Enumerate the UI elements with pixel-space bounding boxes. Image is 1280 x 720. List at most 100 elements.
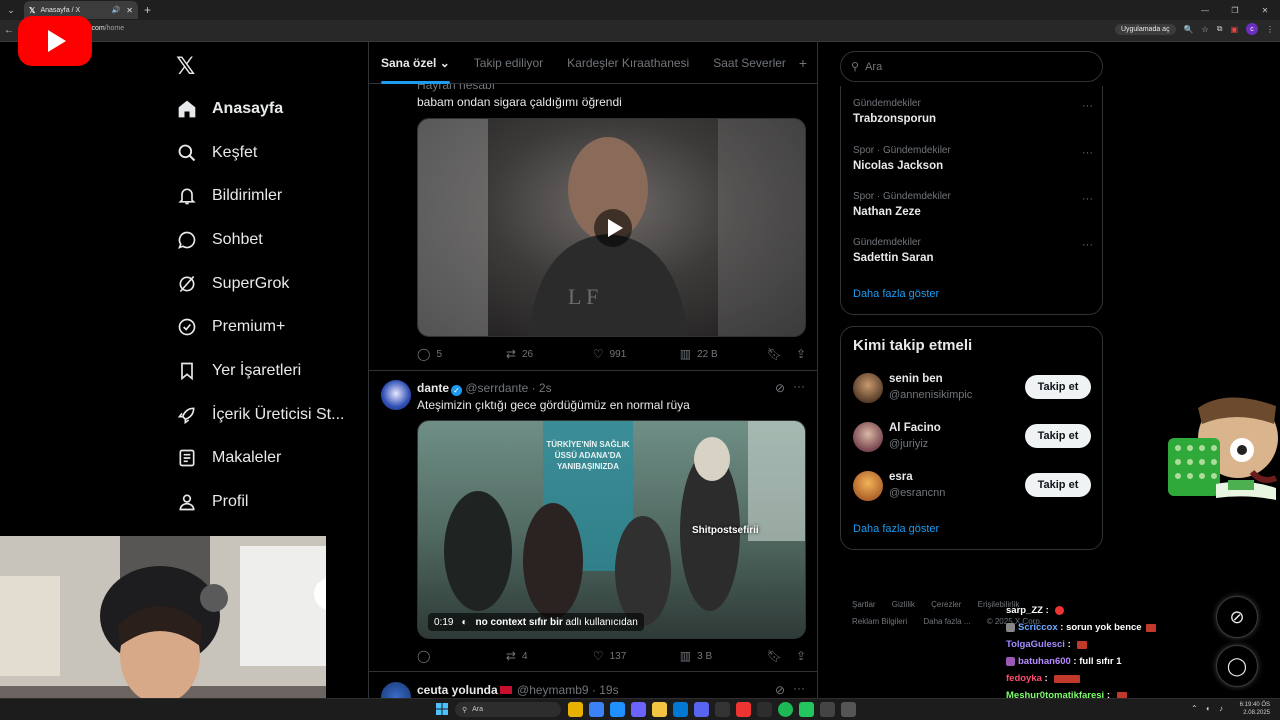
footer-link[interactable]: Çerezler [931, 600, 961, 609]
system-tray-icons[interactable]: ⌃ ◐ ♪ [1191, 704, 1226, 713]
extensions-icon[interactable]: ⧉ [1217, 24, 1223, 34]
folder-icon[interactable] [652, 702, 667, 717]
app-icon[interactable] [757, 702, 772, 717]
post[interactable]: ceuta yolunda @heymamb9 · 19s ⊘ ··· [369, 672, 817, 700]
footer-link[interactable]: Reklam Bilgileri [852, 617, 907, 626]
add-tab-icon[interactable]: + [799, 55, 807, 71]
follow-button[interactable]: Takip et [1025, 375, 1091, 399]
post[interactable]: dante ✓ @serrdante · 2s ⊘ ··· Ateşimizin … [369, 371, 817, 672]
avatar[interactable] [853, 422, 883, 452]
app-icon[interactable] [673, 702, 688, 717]
speaker-icon[interactable]: 🔊 [112, 6, 121, 14]
follow-suggestion[interactable]: Al Facino @juriyiz Takip et [853, 420, 1091, 454]
nav-creator-studio[interactable]: İçerik Üreticisi St... [176, 393, 344, 437]
views-button[interactable]: ▥ 3 B [680, 649, 767, 663]
profile-avatar[interactable]: c [1246, 23, 1258, 35]
nav-premium[interactable]: Premium+ [176, 305, 344, 349]
tab-for-you[interactable]: Sana özel ⌄ [369, 56, 462, 84]
app-icon[interactable] [631, 702, 646, 717]
follow-button[interactable]: Takip et [1025, 424, 1091, 448]
like-button[interactable]: ♡ 991 [593, 347, 680, 361]
tab-list-chevron-icon[interactable]: ⌄ [2, 1, 20, 19]
close-tab-icon[interactable]: ✕ [126, 6, 133, 15]
trend-item[interactable]: Gündemdekiler Sadettin Saran ··· [853, 237, 1093, 264]
play-button[interactable] [594, 209, 632, 247]
more-options-icon[interactable]: ··· [1082, 147, 1093, 159]
app-icon[interactable] [736, 702, 751, 717]
nav-articles[interactable]: Makaleler [176, 437, 344, 481]
search-input[interactable]: ⚲ Ara [840, 51, 1103, 82]
follow-suggestion[interactable]: senin ben @annenisikimpic Takip et [853, 371, 1091, 405]
repost-button[interactable]: ⇄ 26 [506, 347, 593, 361]
new-tab-button[interactable]: + [144, 3, 151, 17]
bookmark-icon[interactable]: 🔖︎ [767, 649, 782, 663]
spotify-icon[interactable] [778, 702, 793, 717]
more-options-icon[interactable]: ··· [1082, 193, 1093, 205]
more-options-icon[interactable]: ··· [793, 379, 805, 393]
views-button[interactable]: ▥ 22 B [680, 347, 767, 361]
nav-bookmarks[interactable]: Yer İşaretleri [176, 349, 344, 393]
more-options-icon[interactable]: ··· [1082, 100, 1093, 112]
grok-icon[interactable]: ⊘ [775, 683, 785, 697]
app-icon[interactable] [589, 702, 604, 717]
follow-button[interactable]: Takip et [1025, 473, 1091, 497]
avatar[interactable] [381, 380, 411, 410]
close-window-icon[interactable]: ✕ [1250, 6, 1280, 15]
footer-link[interactable]: Şartlar [852, 600, 876, 609]
share-icon[interactable]: ⇪ [796, 347, 806, 361]
footer-link[interactable]: Daha fazla ... [923, 617, 970, 626]
trend-item[interactable]: Spor · Gündemdekiler Nathan Zeze ··· [853, 191, 1093, 218]
more-options-icon[interactable]: ··· [793, 681, 805, 695]
windows-start-icon[interactable] [436, 703, 448, 715]
reply-button[interactable]: ◯ 5 [417, 347, 506, 361]
trend-item[interactable]: Spor · Gündemdekiler Nicolas Jackson ··· [853, 145, 1093, 172]
avatar[interactable] [853, 471, 883, 501]
like-button[interactable]: ♡ 137 [593, 649, 680, 663]
back-icon[interactable]: ← [0, 25, 18, 36]
nav-chat[interactable]: Sohbet [176, 218, 344, 262]
post-author[interactable]: dante ✓ @serrdante · 2s [417, 381, 552, 396]
app-icon[interactable] [715, 702, 730, 717]
show-more-link[interactable]: Daha fazla göster [853, 288, 939, 300]
clock[interactable]: 6:19:40 ÖS 2.08.2025 [1240, 701, 1270, 717]
messages-floating-button[interactable]: ◯ [1216, 645, 1258, 687]
extension-red-icon[interactable]: ▣ [1230, 25, 1238, 34]
app-icon[interactable] [610, 702, 625, 717]
app-icon[interactable] [841, 702, 856, 717]
bookmark-star-icon[interactable]: ☆ [1202, 25, 1209, 34]
footer-link[interactable]: Gizlilik [892, 600, 915, 609]
more-options-icon[interactable]: ··· [1082, 239, 1093, 251]
nav-explore[interactable]: Keşfet [176, 131, 344, 175]
bookmark-icon[interactable]: 🔖︎ [767, 347, 782, 361]
app-icon[interactable] [820, 702, 835, 717]
chrome-icon[interactable] [568, 702, 583, 717]
minimize-icon[interactable]: — [1190, 6, 1220, 15]
zoom-icon[interactable]: 🔍 [1184, 25, 1194, 34]
post[interactable]: Hayran hesabı babam ondan sigara çaldığı… [369, 78, 817, 371]
post-video[interactable]: L F [417, 118, 806, 337]
taskbar-search[interactable]: ⚲ Ara [455, 702, 561, 717]
maximize-icon[interactable]: ❐ [1220, 6, 1250, 15]
trend-item[interactable]: Gündemdekiler Trabzonsporun ··· [853, 98, 1093, 125]
avatar[interactable] [853, 373, 883, 403]
nav-notifications[interactable]: Bildirimler [176, 174, 344, 218]
post-author[interactable]: ceuta yolunda @heymamb9 · 19s [417, 683, 619, 697]
nav-profile[interactable]: Profil [176, 480, 344, 524]
follow-suggestion[interactable]: esra @esrancnn Takip et [853, 469, 1091, 503]
repost-button[interactable]: ⇄ 4 [506, 649, 593, 663]
tab-list-saat-severler[interactable]: Saat Severler [701, 56, 798, 70]
post-video[interactable]: TÜRKİYE'NİN SAĞLIK ÜSSÜ ADANA'DA YANIBAŞ… [417, 420, 806, 639]
open-in-app-button[interactable]: Uygulamada aç [1114, 23, 1176, 35]
nav-home[interactable]: Anasayfa [176, 87, 344, 131]
reply-button[interactable]: ◯ [417, 649, 506, 663]
browser-menu-icon[interactable]: ⋮ [1266, 25, 1274, 34]
x-logo-icon[interactable]: 𝕏 [176, 52, 195, 80]
chevron-down-icon[interactable]: ⌄ [440, 56, 450, 70]
grok-icon[interactable]: ⊘ [775, 381, 785, 395]
discord-icon[interactable] [694, 702, 709, 717]
tab-following[interactable]: Takip ediliyor [462, 56, 555, 70]
tab-list-kiraathane[interactable]: Kardeşler Kıraathanesi [555, 56, 701, 70]
grok-floating-button[interactable]: ⊘ [1216, 596, 1258, 638]
show-more-link[interactable]: Daha fazla göster [853, 523, 939, 535]
nav-supergrok[interactable]: SuperGrok [176, 262, 344, 306]
